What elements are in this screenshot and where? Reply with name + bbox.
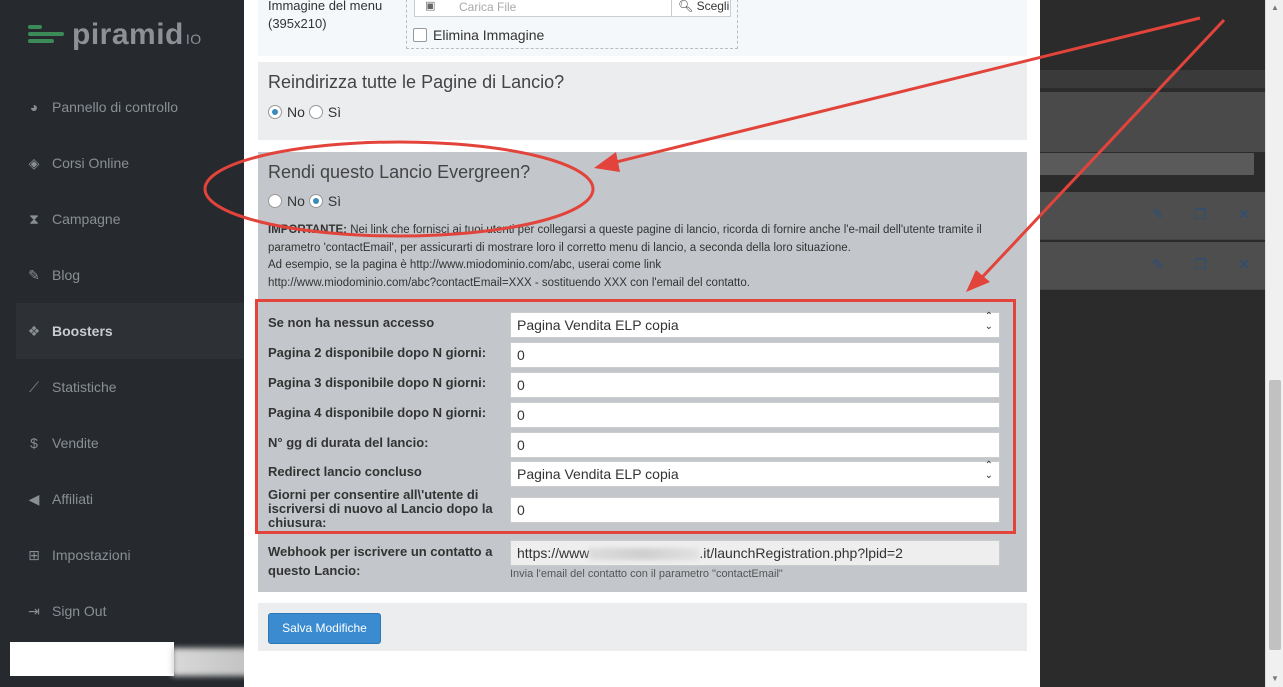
sidebar-item-corsi[interactable]: ◈ Corsi Online: [16, 135, 244, 191]
save-section: Salva Modifiche: [258, 603, 1027, 651]
cubes-icon: ❖: [27, 322, 41, 339]
evergreen-radios: No Sì: [268, 193, 345, 209]
menu-image-section: Immagine del menu (395x210) ▣ Carica Fil…: [258, 0, 1027, 56]
sidebar-item-blog[interactable]: ✎ Blog: [16, 247, 244, 303]
evergreen-title: Rendi questo Lancio Evergreen?: [268, 162, 531, 182]
sidebar-item-pannello[interactable]: ◕ Pannello di controllo: [16, 79, 244, 135]
field-label: Pagina 4 disponibile dopo N giorni:: [268, 405, 487, 420]
webhook-help: Invia l'email del contatto con il parame…: [510, 568, 783, 580]
search-icon: 🔍︎: [678, 0, 694, 13]
page4-days-input[interactable]: 0: [510, 402, 1000, 428]
checkbox[interactable]: [413, 28, 427, 42]
radio-label: Sì: [327, 193, 342, 209]
redacted-area: [589, 548, 700, 561]
radio-label: Sì: [327, 104, 342, 120]
logo-mark-icon: [28, 21, 64, 49]
edit-icon[interactable]: ✎: [1152, 206, 1164, 223]
checkbox-label: Elimina Immagine: [433, 27, 545, 43]
sidebar-item-label: Blog: [52, 267, 81, 283]
sidebar-item-label: Affiliati: [52, 491, 93, 507]
edit-icon[interactable]: ✎: [1152, 256, 1164, 273]
radio-label: No: [287, 104, 305, 120]
redacted-area: [10, 642, 174, 676]
redirect-yes-radio[interactable]: [308, 105, 323, 119]
background-header: [1040, 92, 1265, 152]
field-label: Giorni per consentire all\'utente di isc…: [268, 487, 493, 530]
menu-image-label: Immagine del menu (395x210): [268, 0, 383, 31]
sidebar-item-campagne[interactable]: ⧗ Campagne: [16, 191, 244, 247]
sidebar-item-label: Sign Out: [52, 603, 107, 619]
sidebar-item-label: Statistiche: [52, 379, 117, 395]
file-placeholder: Carica File: [459, 0, 517, 14]
page3-days-input[interactable]: 0: [510, 372, 1000, 398]
evergreen-no-radio[interactable]: [268, 194, 282, 208]
dollar-icon: $: [30, 435, 38, 451]
evergreen-yes-radio[interactable]: [308, 194, 323, 208]
page2-days-input[interactable]: 0: [510, 342, 1000, 368]
sidebar-item-statistiche[interactable]: ⟋ Statistiche: [16, 359, 244, 415]
field-label: Se non ha nessun accesso: [268, 315, 435, 330]
field-label: Pagina 3 disponibile dopo N giorni:: [268, 375, 487, 390]
sidebar-item-label: Impostazioni: [52, 547, 131, 563]
background-page: ✎ ❐ ✕ ✎ ❐ ✕: [1040, 0, 1265, 687]
launch-duration-input[interactable]: 0: [510, 432, 1000, 458]
field-label: Redirect lancio concluso: [268, 464, 422, 479]
background-search: [1040, 153, 1254, 175]
redirect-ended-select[interactable]: Pagina Vendita ELP copia: [510, 461, 1000, 487]
reenroll-days-input[interactable]: 0: [510, 497, 1000, 523]
sidebar-item-label: Vendite: [52, 435, 99, 451]
background-stripe: [1040, 70, 1265, 88]
delete-image-checkbox[interactable]: Elimina Immagine: [413, 27, 544, 43]
sidebar-nav: ◕ Pannello di controllo ◈ Corsi Online ⧗…: [16, 79, 244, 639]
file-input[interactable]: ▣ Carica File: [414, 0, 674, 17]
scroll-up-icon[interactable]: ▲: [1266, 0, 1283, 16]
field-label: Webhook per iscrivere un contatto a ques…: [268, 544, 493, 578]
close-icon[interactable]: ✕: [1238, 206, 1250, 223]
dashboard-icon: ◕: [29, 99, 39, 115]
sidebar-item-sign-out[interactable]: ⇥ Sign Out: [16, 583, 244, 639]
picture-icon: ▣: [425, 0, 436, 12]
important-note: IMPORTANTE: Nei link che fornisci ai tuo…: [268, 224, 982, 289]
table-row: ✎ ❐ ✕: [1040, 192, 1265, 240]
sidebar-item-impostazioni[interactable]: ⊞ Impostazioni: [16, 527, 244, 583]
edit-icon: ✎: [28, 266, 40, 283]
redirect-title: Reindirizza tutte le Pagine di Lancio?: [268, 72, 565, 92]
no-access-select[interactable]: Pagina Vendita ELP copia: [510, 312, 1000, 338]
upload-box: ▣ Carica File 🔍︎ Scegli Elimina Immagine: [406, 0, 738, 49]
sidebar-item-affiliati[interactable]: ◀ Affiliati: [16, 471, 244, 527]
sidebar-item-label: Campagne: [52, 211, 121, 227]
sidebar-item-label: Corsi Online: [52, 155, 130, 171]
edit-launch-modal: Immagine del menu (395x210) ▣ Carica Fil…: [244, 0, 1040, 687]
tag-icon: ◈: [28, 154, 40, 171]
sign-out-icon: ⇥: [28, 602, 40, 619]
hourglass-icon: ⧗: [29, 210, 39, 227]
logo-text: piramid IO: [72, 18, 202, 51]
redirect-radios: No Sì: [268, 104, 345, 120]
scroll-thumb[interactable]: [1269, 380, 1281, 650]
field-label: N° gg di durata del lancio:: [268, 435, 429, 450]
field-label: Pagina 2 disponibile dopo N giorni:: [268, 345, 487, 360]
logo[interactable]: piramid IO: [28, 18, 202, 52]
redirect-no-radio[interactable]: [268, 105, 282, 119]
radio-label: No: [287, 193, 305, 209]
choose-file-button[interactable]: 🔍︎ Scegli: [671, 0, 731, 17]
redirect-section: Reindirizza tutte le Pagine di Lancio? N…: [258, 62, 1027, 140]
copy-icon[interactable]: ❐: [1194, 256, 1207, 273]
close-icon[interactable]: ✕: [1238, 256, 1250, 273]
scroll-down-icon[interactable]: ▼: [1266, 671, 1283, 687]
sidebar-item-vendite[interactable]: $ Vendite: [16, 415, 244, 471]
sidebar-item-label: Boosters: [52, 323, 113, 339]
sidebar-item-label: Pannello di controllo: [52, 99, 179, 115]
chart-icon: ⟋: [29, 378, 39, 395]
page-scrollbar[interactable]: ▲ ▼: [1265, 0, 1283, 687]
webhook-url-input[interactable]: https://www .it/launchRegistration.php?lp…: [510, 540, 1000, 566]
megaphone-icon: ◀: [28, 490, 40, 507]
settings-icon: ⊞: [28, 546, 40, 563]
table-row: ✎ ❐ ✕: [1040, 242, 1265, 290]
copy-icon[interactable]: ❐: [1194, 206, 1207, 223]
save-button[interactable]: Salva Modifiche: [268, 613, 381, 644]
evergreen-section: Rendi questo Lancio Evergreen? No Sì IMP…: [258, 152, 1027, 592]
sidebar: piramid IO ◕ Pannello di controllo ◈ Cors…: [0, 0, 244, 687]
sidebar-item-boosters[interactable]: ❖ Boosters: [16, 303, 244, 359]
